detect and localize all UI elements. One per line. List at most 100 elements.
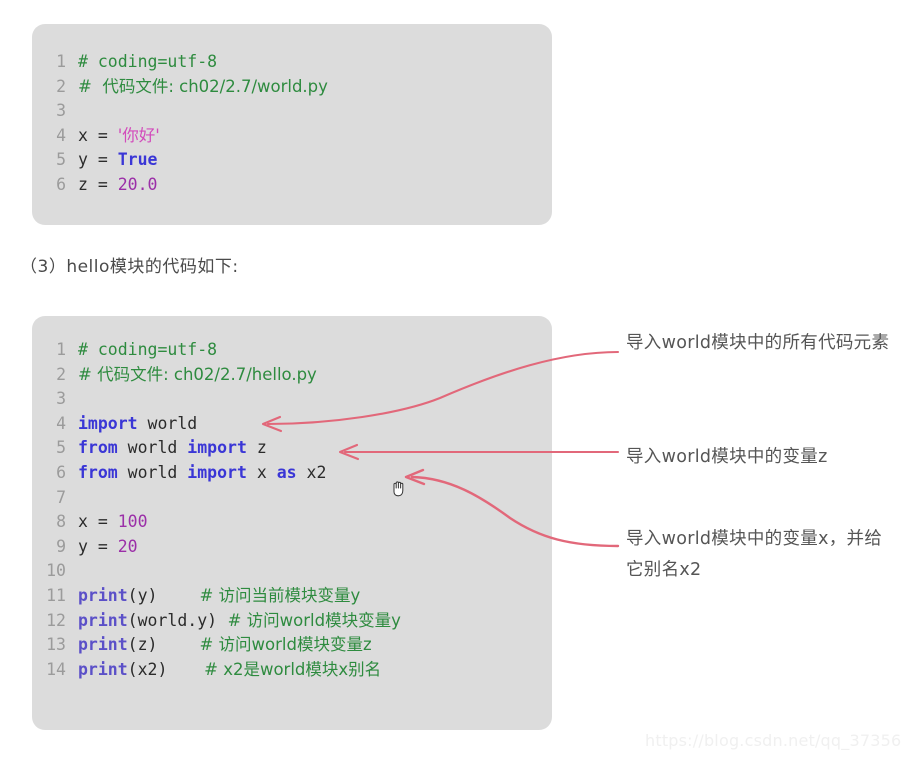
line-number: 4 (56, 125, 66, 145)
line-number: 6 (56, 174, 66, 194)
line-number: 7 (56, 487, 66, 507)
code-token-comment: # 代码文件: ch02/2.7/world.py (78, 76, 328, 96)
line-number: 3 (56, 101, 66, 121)
code-token-keyword: import (187, 462, 247, 482)
code-line: 7 (32, 486, 552, 511)
code-token-plain: world (117, 438, 188, 458)
code-line-content: from world import x as x2 (78, 461, 552, 486)
code-line-content: y = 20 (78, 535, 552, 560)
code-line: 2 # 代码文件: ch02/2.7/hello.py (32, 363, 552, 388)
code-line-content: x = '你好' (78, 124, 552, 149)
code-token-plain: x (246, 462, 277, 482)
code-block-hello: 1 # coding=utf-8 2 # 代码文件: ch02/2.7/hello.p… (32, 316, 552, 730)
code-token-func: print (78, 659, 128, 679)
code-line: 2 # 代码文件: ch02/2.7/world.py (32, 75, 552, 100)
code-token-plain: x = (78, 512, 118, 532)
code-line-content: print(y) # 访问当前模块变量y (78, 584, 552, 609)
code-token-comment: # x2是world模块x别名 (167, 659, 382, 679)
caption-hello-module: （3）hello模块的代码如下: (20, 257, 239, 277)
code-line: 4 import world (32, 412, 552, 437)
code-token-plain: y = (78, 150, 118, 170)
code-line-content: import world (78, 412, 552, 437)
code-line-content: print(world.y) # 访问world模块变量y (78, 609, 552, 634)
line-number: 8 (56, 512, 66, 532)
code-token-keyword: from (78, 462, 118, 482)
code-line: 11 print(y) # 访问当前模块变量y (32, 584, 552, 609)
line-number: 1 (56, 52, 66, 71)
code-token-comment: # 访问world模块变量y (217, 610, 401, 630)
line-number: 9 (56, 536, 66, 556)
annotation-import-z: 导入world模块中的变量z (626, 447, 828, 467)
code-token-keyword: from (78, 438, 118, 458)
code-token-comment: # 访问当前模块变量y (157, 585, 361, 605)
code-line-content: # coding=utf-8 (78, 50, 552, 75)
code-line: 3 (32, 99, 552, 124)
code-line-content: # 代码文件: ch02/2.7/world.py (78, 75, 552, 100)
code-line-content: y = True (78, 148, 552, 173)
code-token-plain: (z) (127, 635, 158, 655)
code-token-keyword: import (78, 413, 138, 433)
line-number: 1 (56, 340, 66, 359)
code-line-content: # 代码文件: ch02/2.7/hello.py (78, 363, 552, 388)
code-line-content: print(x2) # x2是world模块x别名 (78, 658, 552, 683)
code-token-plain: z = (78, 174, 118, 194)
code-line: 10 (32, 559, 552, 584)
code-token-plain: (y) (127, 585, 158, 605)
line-number: 2 (56, 364, 66, 384)
code-line: 5 y = True (32, 148, 552, 173)
line-number: 5 (56, 438, 66, 458)
line-number: 10 (46, 561, 66, 581)
line-number: 13 (46, 635, 66, 655)
code-line: 9 y = 20 (32, 535, 552, 560)
code-token-builtin: True (117, 150, 158, 170)
annotation-import-alias: 导入world模块中的变量x，并给它别名x2 (626, 529, 883, 580)
annotation-import-all: 导入world模块中的所有代码元素 (626, 333, 890, 353)
line-number: 11 (46, 585, 66, 605)
code-line: 12 print(world.y) # 访问world模块变量y (32, 609, 552, 634)
line-number: 6 (56, 462, 66, 482)
code-token-plain: (x2) (127, 659, 168, 679)
line-number: 14 (46, 659, 66, 679)
code-line: 8 x = 100 (32, 510, 552, 535)
line-number: 4 (56, 413, 66, 433)
code-line: 4 x = '你好' (32, 124, 552, 149)
code-token-func: print (78, 610, 128, 630)
code-line: 13 print(z) # 访问world模块变量z (32, 633, 552, 658)
code-line-content: print(z) # 访问world模块变量z (78, 633, 552, 658)
code-line: 6 from world import x as x2 (32, 461, 552, 486)
code-token-number: 20.0 (117, 174, 158, 194)
line-number: 3 (56, 389, 66, 409)
code-token-plain: (world.y) (127, 610, 218, 630)
code-token-keyword: as (276, 462, 297, 482)
code-line: 14 print(x2) # x2是world模块x别名 (32, 658, 552, 683)
code-line: 1 # coding=utf-8 (32, 338, 552, 363)
code-line-content: z = 20.0 (78, 173, 552, 198)
code-line: 3 (32, 387, 552, 412)
code-token-comment: # 代码文件: ch02/2.7/hello.py (78, 364, 317, 384)
line-number: 2 (56, 76, 66, 96)
code-line-content: x = 100 (78, 510, 552, 535)
code-token-number: 100 (117, 512, 148, 532)
code-token-string: '你好' (117, 125, 160, 145)
code-token-plain: x = (78, 125, 118, 145)
code-token-plain: y = (78, 536, 118, 556)
watermark: https://blog.csdn.net/qq_37356556 (645, 731, 901, 750)
code-line: 5 from world import z (32, 436, 552, 461)
line-number: 12 (46, 610, 66, 630)
code-line: 6 z = 20.0 (32, 173, 552, 198)
mouse-cursor-hand-icon (393, 481, 404, 497)
code-token-plain: world (137, 413, 198, 433)
code-token-comment: # 访问world模块变量z (157, 635, 372, 655)
code-line-content: # coding=utf-8 (78, 338, 552, 363)
code-line-content: from world import z (78, 436, 552, 461)
code-token-number: 20 (117, 536, 138, 556)
code-token-func: print (78, 635, 128, 655)
code-line: 1 # coding=utf-8 (32, 50, 552, 75)
line-number: 5 (56, 150, 66, 170)
code-token-keyword: import (187, 438, 247, 458)
code-token-comment: # coding=utf-8 (78, 52, 218, 71)
code-block-world: 1 # coding=utf-8 2 # 代码文件: ch02/2.7/world.p… (32, 24, 552, 225)
code-token-plain: world (117, 462, 188, 482)
code-token-comment: # coding=utf-8 (78, 340, 218, 359)
code-token-plain: z (246, 438, 267, 458)
